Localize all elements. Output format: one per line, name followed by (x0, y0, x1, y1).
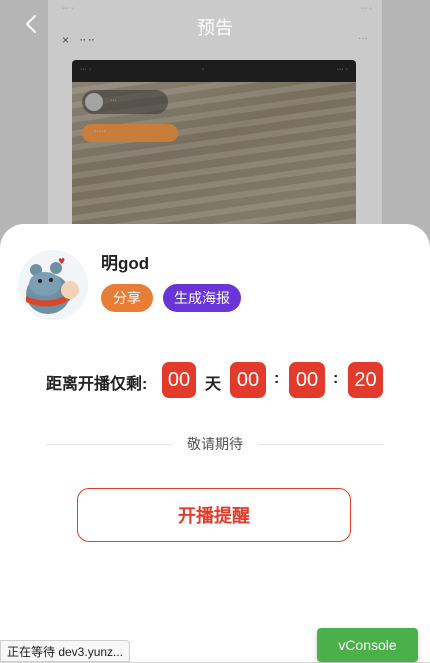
countdown-day-unit: 天 (205, 376, 222, 393)
countdown-hours: 00 (230, 362, 266, 398)
countdown-days: 00 (162, 362, 196, 398)
browser-status-text: 正在等待 dev3.yunz... (0, 640, 131, 662)
vconsole-button[interactable]: vConsole (317, 628, 418, 662)
countdown-seconds: 20 (348, 362, 383, 398)
share-button[interactable]: 分享 (101, 284, 153, 312)
svg-text:♥: ♥ (58, 257, 65, 266)
countdown-separator: : (274, 370, 280, 387)
host-name: 明god (101, 254, 150, 273)
host-avatar: ♥ (18, 250, 88, 320)
live-reminder-button[interactable]: 开播提醒 (77, 488, 351, 542)
divider-line-right (258, 444, 384, 445)
generate-poster-button[interactable]: 生成海报 (163, 284, 241, 312)
page-title: 预告 (197, 18, 233, 38)
countdown-label: 距离开播仅剩: (46, 376, 148, 393)
countdown-separator: : (333, 370, 339, 387)
countdown-minutes: 00 (289, 362, 325, 398)
